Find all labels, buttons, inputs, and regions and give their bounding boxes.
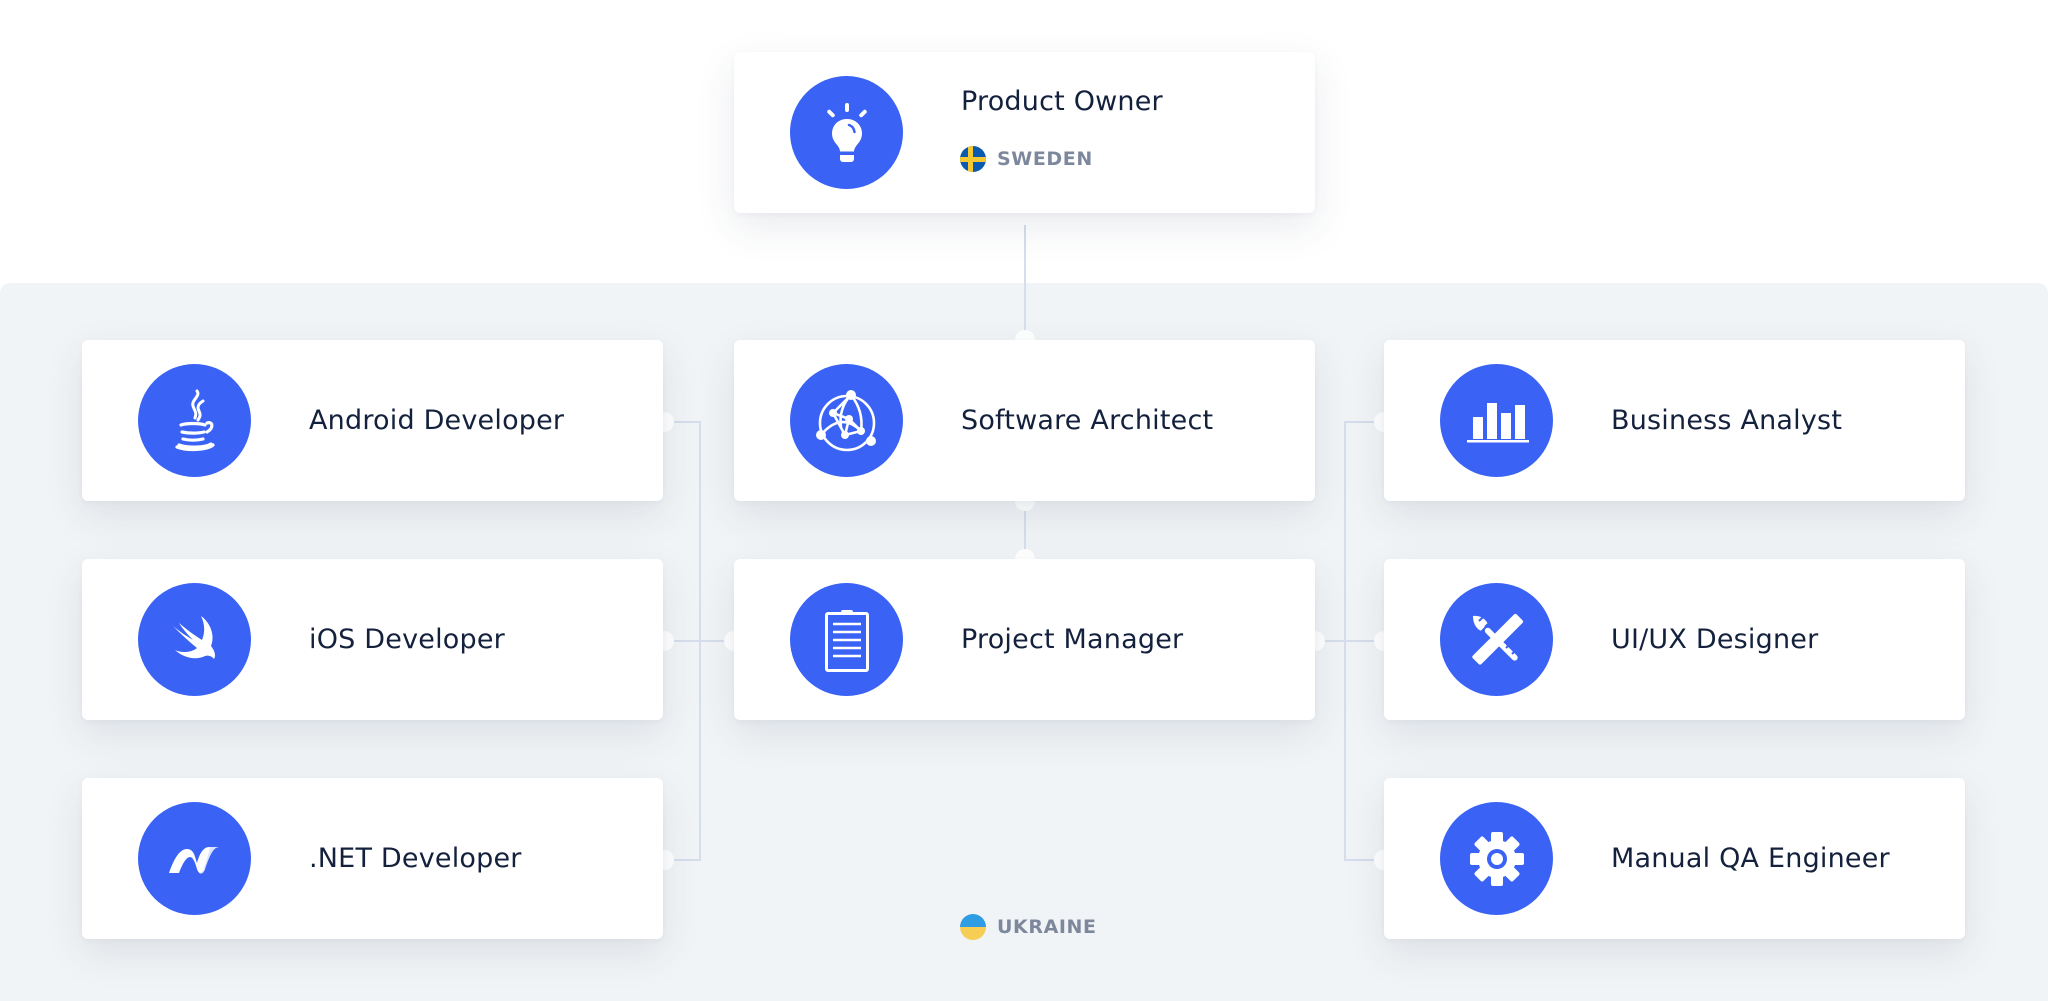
role-icon-circle xyxy=(138,583,251,696)
bar-chart-icon xyxy=(1466,402,1529,442)
role-card-project-manager: Project Manager xyxy=(734,559,1315,720)
role-card-product-owner: Product Owner SWEDEN xyxy=(734,52,1315,213)
network-globe-icon xyxy=(815,389,876,451)
role-title: Android Developer xyxy=(309,404,565,436)
country-name: SWEDEN xyxy=(997,148,1093,170)
role-card-dotnet-developer: .NET Developer xyxy=(82,778,663,939)
clipboard-icon xyxy=(824,609,869,672)
role-card-business-analyst: Business Analyst xyxy=(1384,340,1965,501)
role-icon-circle xyxy=(790,76,903,189)
country-label-ukraine: UKRAINE xyxy=(960,914,1097,940)
role-title: .NET Developer xyxy=(309,842,522,874)
role-title: iOS Developer xyxy=(309,623,505,655)
role-icon-circle xyxy=(790,364,903,477)
role-card-software-architect: Software Architect xyxy=(734,340,1315,501)
gear-icon xyxy=(1469,831,1524,886)
role-title: Software Architect xyxy=(961,404,1214,436)
ruler-brush-icon xyxy=(1471,613,1523,665)
role-title: UI/UX Designer xyxy=(1611,623,1819,655)
dotnet-icon xyxy=(168,846,219,873)
role-icon-circle xyxy=(790,583,903,696)
role-card-manual-qa-engineer: Manual QA Engineer xyxy=(1384,778,1965,939)
role-title: Business Analyst xyxy=(1611,404,1843,436)
ukraine-flag-icon xyxy=(960,914,986,940)
role-icon-circle xyxy=(1440,364,1553,477)
role-card-ios-developer: iOS Developer xyxy=(82,559,663,720)
role-icon-circle xyxy=(138,802,251,915)
role-icon-circle xyxy=(1440,802,1553,915)
role-icon-circle xyxy=(138,364,251,477)
role-icon-circle xyxy=(1440,583,1553,696)
country-name: UKRAINE xyxy=(997,916,1097,938)
java-icon xyxy=(174,389,215,451)
role-title: Product Owner xyxy=(961,86,1163,117)
role-card-ui-ux-designer: UI/UX Designer xyxy=(1384,559,1965,720)
role-card-android-developer: Android Developer xyxy=(82,340,663,501)
role-title: Manual QA Engineer xyxy=(1611,842,1890,874)
sweden-flag-icon xyxy=(960,146,986,172)
country-label-sweden: SWEDEN xyxy=(960,146,1093,172)
role-title: Project Manager xyxy=(961,623,1184,655)
swift-icon xyxy=(172,615,215,659)
lightbulb-icon xyxy=(826,102,867,162)
